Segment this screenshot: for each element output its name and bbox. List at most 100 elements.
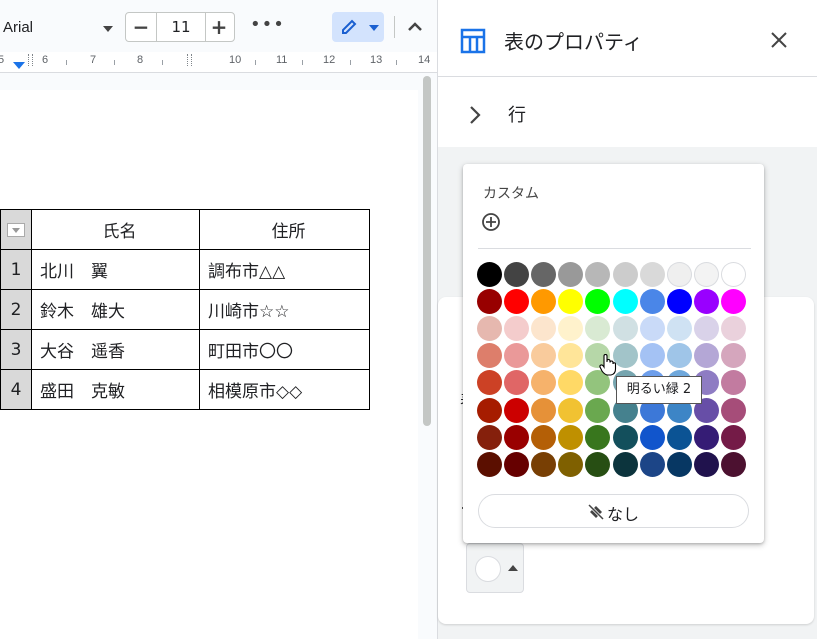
increase-font-size-button[interactable]: + xyxy=(204,13,234,41)
scrollbar[interactable] xyxy=(421,76,432,639)
color-swatch[interactable] xyxy=(531,289,557,315)
table-cell[interactable]: 調布市△△ xyxy=(199,249,370,290)
color-swatch[interactable] xyxy=(720,343,746,369)
editing-mode-button[interactable] xyxy=(332,12,384,42)
color-swatch[interactable] xyxy=(585,262,611,287)
color-swatch[interactable] xyxy=(504,289,530,315)
color-swatch[interactable] xyxy=(531,424,557,450)
close-icon[interactable] xyxy=(768,29,790,51)
color-swatch[interactable] xyxy=(504,424,530,450)
font-size-input[interactable]: 11 xyxy=(156,13,206,41)
table-row-number[interactable]: 1 xyxy=(0,249,32,290)
table-cell[interactable]: 町田市〇〇 xyxy=(199,329,370,370)
color-swatch[interactable] xyxy=(558,316,584,342)
table-cell[interactable]: 住所 xyxy=(199,209,370,250)
color-swatch[interactable] xyxy=(693,451,719,477)
color-swatch[interactable] xyxy=(612,289,638,315)
color-swatch[interactable] xyxy=(693,289,719,315)
table-cell[interactable]: 氏名 xyxy=(31,209,200,250)
color-swatch[interactable] xyxy=(477,451,502,477)
table-cell[interactable]: 川崎市☆☆ xyxy=(199,289,370,330)
color-swatch[interactable] xyxy=(585,316,611,342)
color-swatch[interactable] xyxy=(558,289,584,315)
add-custom-color-icon[interactable] xyxy=(481,212,501,232)
color-swatch[interactable] xyxy=(639,262,665,287)
color-swatch[interactable] xyxy=(639,451,665,477)
color-swatch[interactable] xyxy=(666,262,692,287)
color-swatch[interactable] xyxy=(666,289,692,315)
color-swatch[interactable] xyxy=(585,424,611,450)
color-swatch[interactable] xyxy=(558,343,584,369)
table-row-number[interactable]: 2 xyxy=(0,289,32,330)
table-row-number[interactable]: 3 xyxy=(0,329,32,370)
color-swatch[interactable] xyxy=(720,451,746,477)
color-swatch[interactable] xyxy=(585,397,611,423)
table-cell[interactable]: 相模原市◇◇ xyxy=(199,369,370,410)
color-swatch[interactable] xyxy=(531,370,557,396)
color-swatch[interactable] xyxy=(504,397,530,423)
document-table[interactable]: 氏名 住所 1 北川 翼 調布市△△ 2 鈴木 雄大 川崎市☆☆ 3 大谷 遥香… xyxy=(0,209,370,410)
color-swatch[interactable] xyxy=(531,451,557,477)
color-swatch[interactable] xyxy=(639,316,665,342)
color-swatch[interactable] xyxy=(477,343,502,369)
color-swatch[interactable] xyxy=(531,397,557,423)
color-swatch[interactable] xyxy=(612,424,638,450)
color-swatch[interactable] xyxy=(531,343,557,369)
color-swatch[interactable] xyxy=(639,289,665,315)
ruler-indent-handle[interactable] xyxy=(28,54,33,66)
color-swatch[interactable] xyxy=(504,262,530,287)
color-swatch[interactable] xyxy=(504,316,530,342)
color-swatch[interactable] xyxy=(612,451,638,477)
table-row-number[interactable]: 4 xyxy=(0,369,32,410)
font-select[interactable]: Arial xyxy=(0,14,118,42)
color-swatch[interactable] xyxy=(504,370,530,396)
color-swatch[interactable] xyxy=(585,289,611,315)
color-swatch[interactable] xyxy=(720,424,746,450)
color-swatch[interactable] xyxy=(720,370,746,396)
color-swatch[interactable] xyxy=(558,424,584,450)
color-swatch[interactable] xyxy=(720,397,746,423)
color-swatch[interactable] xyxy=(693,316,719,342)
table-cell[interactable]: 大谷 遥香 xyxy=(31,329,200,370)
ruler-column-handle[interactable] xyxy=(187,54,192,66)
color-swatch[interactable] xyxy=(558,451,584,477)
no-color-button[interactable]: なし xyxy=(478,494,749,528)
scrollbar-thumb[interactable] xyxy=(423,76,431,426)
table-cell[interactable]: 北川 翼 xyxy=(31,249,200,290)
color-swatch[interactable] xyxy=(693,424,719,450)
color-swatch[interactable] xyxy=(720,262,746,287)
color-swatch[interactable] xyxy=(720,316,746,342)
table-cell[interactable]: 盛田 克敏 xyxy=(31,369,200,410)
color-swatch[interactable] xyxy=(666,424,692,450)
color-swatch[interactable] xyxy=(666,343,692,369)
color-swatch[interactable] xyxy=(477,289,502,315)
color-swatch[interactable] xyxy=(666,316,692,342)
color-swatch[interactable] xyxy=(693,343,719,369)
color-swatch[interactable] xyxy=(477,316,502,342)
color-swatch[interactable] xyxy=(558,397,584,423)
color-swatch[interactable] xyxy=(612,316,638,342)
color-swatch[interactable] xyxy=(639,343,665,369)
more-options-button[interactable]: ••• xyxy=(250,14,285,35)
color-swatch[interactable] xyxy=(531,262,557,287)
color-swatch[interactable] xyxy=(531,316,557,342)
color-swatch[interactable] xyxy=(477,262,502,287)
color-swatch[interactable] xyxy=(477,370,502,396)
color-swatch[interactable] xyxy=(585,451,611,477)
color-swatch[interactable] xyxy=(504,343,530,369)
color-swatch[interactable] xyxy=(504,451,530,477)
color-swatch[interactable] xyxy=(612,262,638,287)
color-swatch[interactable] xyxy=(558,262,584,287)
table-cell[interactable]: 鈴木 雄大 xyxy=(31,289,200,330)
row-section-header[interactable]: 行 xyxy=(438,77,817,147)
color-swatch[interactable] xyxy=(477,397,502,423)
cell-color-button[interactable] xyxy=(466,543,524,593)
collapse-menu-button[interactable] xyxy=(404,16,426,38)
ruler-indent-marker[interactable] xyxy=(13,62,25,69)
row-menu-icon[interactable] xyxy=(7,222,25,237)
decrease-font-size-button[interactable]: − xyxy=(126,13,156,41)
color-swatch[interactable] xyxy=(639,424,665,450)
color-swatch[interactable] xyxy=(477,424,502,450)
color-swatch[interactable] xyxy=(720,289,746,315)
color-swatch[interactable] xyxy=(693,262,719,287)
